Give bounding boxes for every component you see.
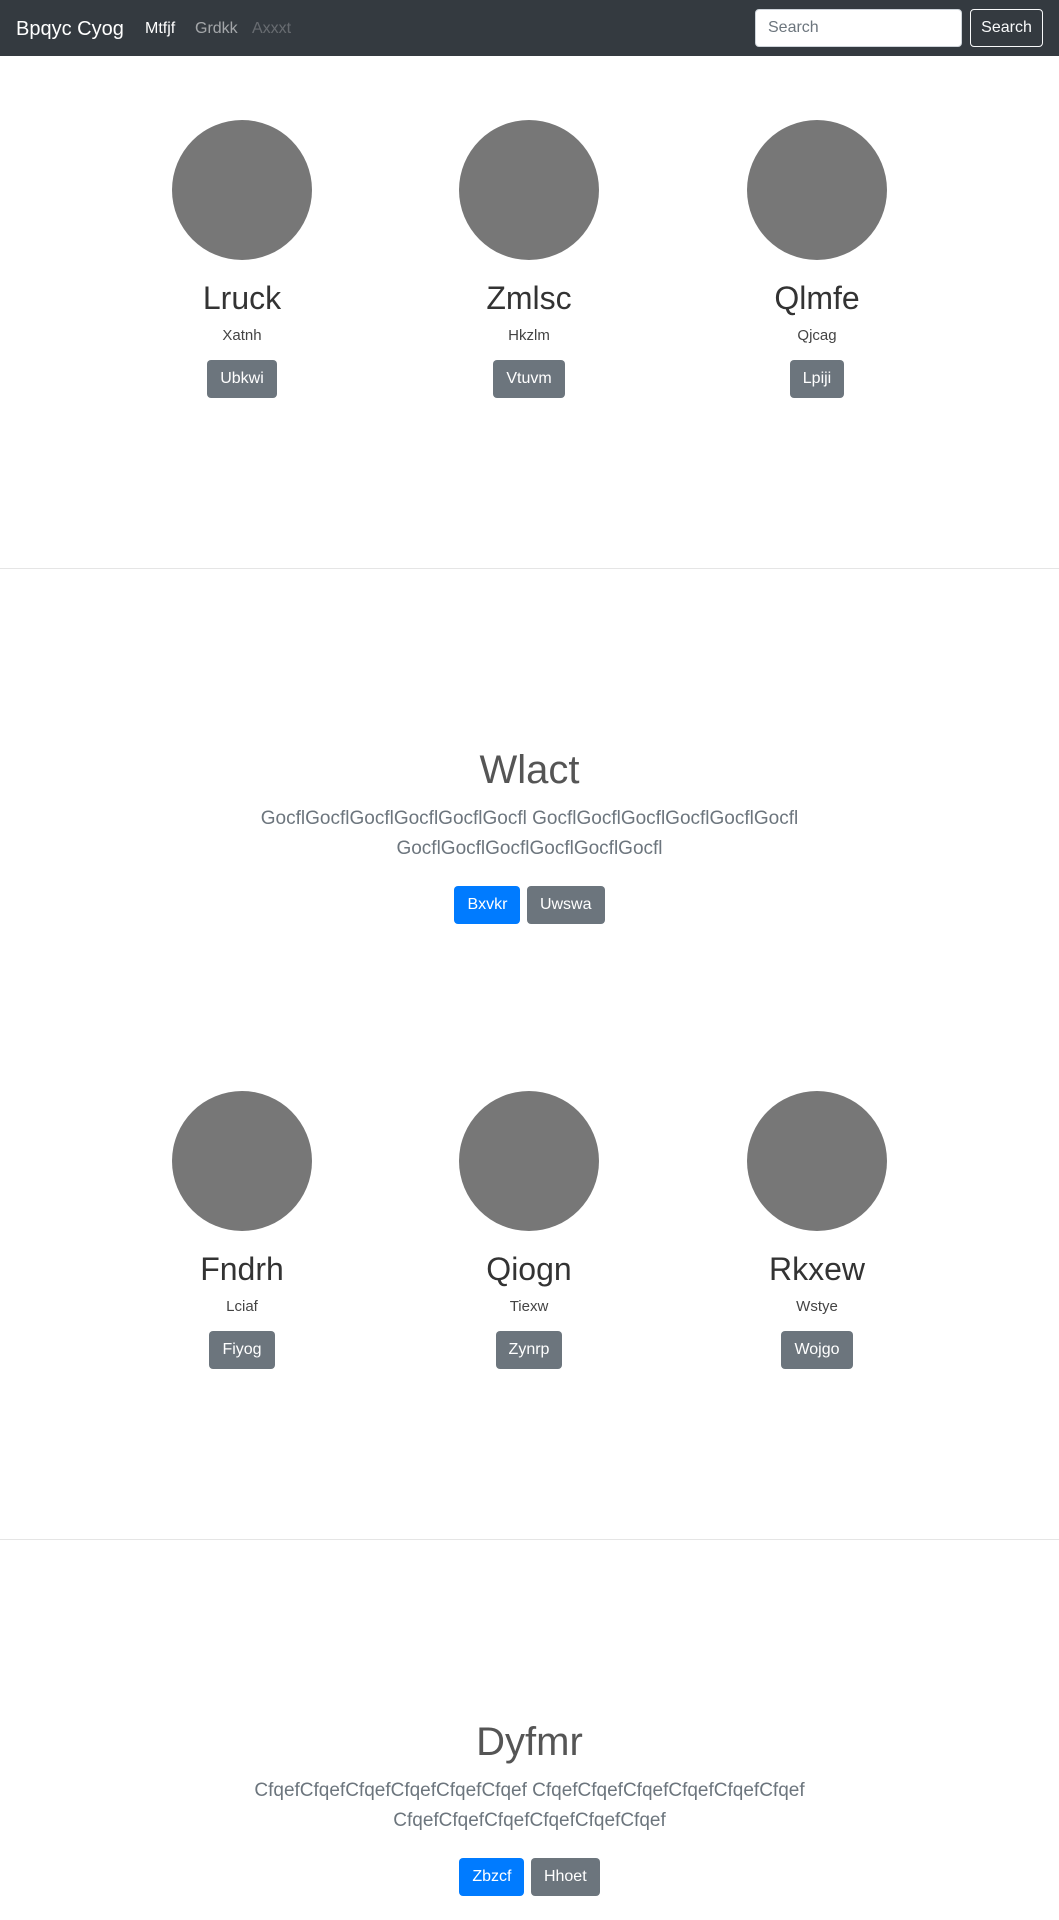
secondary-button[interactable]: Uwswa: [526, 886, 605, 924]
avatar: [172, 120, 312, 260]
profile-button[interactable]: Lpiji: [789, 360, 845, 398]
profile-card: Rkxew Wstye Wojgo: [667, 1091, 967, 1369]
profile-name: Qiogn: [486, 1251, 572, 1287]
brand-link[interactable]: Bpqyc Cyog: [16, 16, 124, 42]
jumbotron-text: CfqefCfqefCfqefCfqefCfqefCfqef CfqefCfqe…: [254, 1780, 805, 1831]
jumbotron: Wlact GocflGocflGocflGocflGocflGocfl Goc…: [0, 746, 1059, 924]
profile-button[interactable]: Fiyog: [209, 1331, 275, 1369]
profile-button[interactable]: Ubkwi: [207, 360, 277, 398]
jumbotron: Dyfmr CfqefCfqefCfqefCfqefCfqefCfqef Cfq…: [0, 1718, 1059, 1896]
profile-button[interactable]: Vtuvm: [493, 360, 565, 398]
profile-name: Fndrh: [200, 1251, 284, 1287]
profile-name: Qlmfe: [774, 280, 860, 316]
avatar: [459, 1091, 599, 1231]
navbar: Bpqyc Cyog Mtfjf Grdkk Axxxt Search: [0, 0, 1059, 56]
profile-name: Rkxew: [768, 1251, 865, 1287]
avatar: [747, 120, 887, 260]
nav-link-axxxt: Axxxt: [252, 20, 292, 37]
section-divider: [0, 568, 1059, 569]
nav-link-grdkk[interactable]: Grdkk: [195, 19, 238, 39]
profile-name: Zmlsc: [486, 280, 572, 316]
avatar: [172, 1091, 312, 1231]
profile-subtitle: Wstye: [796, 1298, 838, 1315]
profile-subtitle: Hkzlm: [508, 327, 550, 344]
profile-button[interactable]: Wojgo: [781, 1331, 853, 1369]
primary-button[interactable]: Bxvkr: [454, 886, 521, 924]
profile-subtitle: Xatnh: [222, 327, 262, 344]
secondary-button[interactable]: Hhoet: [530, 1858, 600, 1896]
search-button[interactable]: Search: [970, 9, 1043, 47]
avatar: [459, 120, 599, 260]
profile-name: Lruck: [202, 280, 282, 316]
jumbotron-buttons: Bxvkr Uwswa: [0, 886, 1059, 924]
jumbotron-title: Wlact: [479, 748, 580, 792]
jumbotron-text: GocflGocflGocflGocflGocflGocfl GocflGocf…: [260, 808, 799, 859]
profile-card: Lruck Xatnh Ubkwi: [92, 120, 392, 398]
profile-card: Fndrh Lciaf Fiyog: [92, 1091, 392, 1369]
search-input[interactable]: [755, 9, 962, 47]
profile-card: Qiogn Tiexw Zynrp: [379, 1091, 679, 1369]
jumbotron-title: Dyfmr: [476, 1720, 583, 1764]
nav-link-mtfjf[interactable]: Mtfjf: [145, 19, 175, 39]
primary-button[interactable]: Zbzcf: [459, 1858, 525, 1896]
profile-card: Qlmfe Qjcag Lpiji: [667, 120, 967, 398]
profile-subtitle: Lciaf: [226, 1298, 258, 1315]
profile-subtitle: Tiexw: [509, 1298, 549, 1315]
profile-button[interactable]: Zynrp: [495, 1331, 563, 1369]
section-divider: [0, 1539, 1059, 1540]
profile-subtitle: Qjcag: [797, 327, 837, 344]
jumbotron-buttons: Zbzcf Hhoet: [0, 1858, 1059, 1896]
avatar: [747, 1091, 887, 1231]
profile-card: Zmlsc Hkzlm Vtuvm: [379, 120, 679, 398]
